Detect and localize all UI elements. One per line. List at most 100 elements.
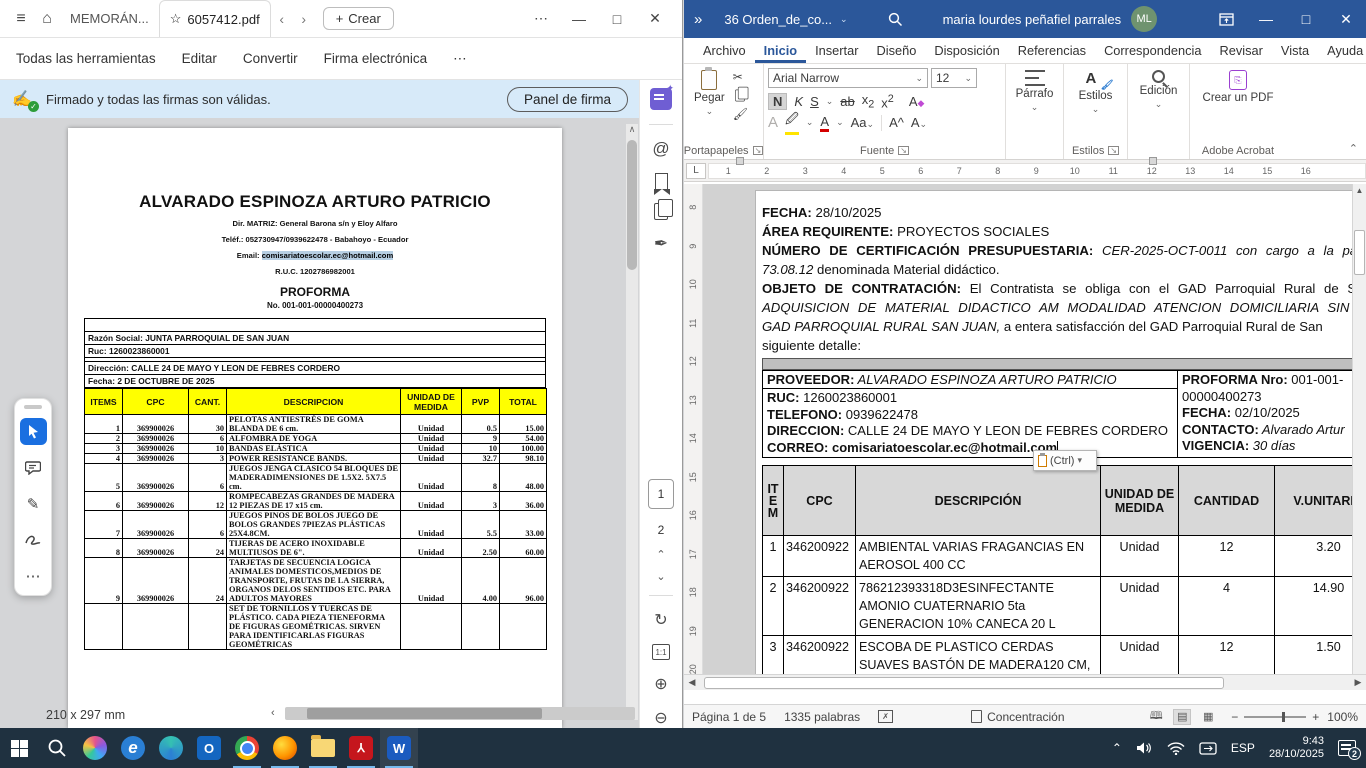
page-number-next[interactable]: 2: [658, 523, 665, 537]
close-button[interactable]: ✕: [636, 4, 674, 34]
firefox-button[interactable]: [266, 728, 304, 768]
mention-comments-icon[interactable]: @: [652, 139, 669, 159]
more-options-icon[interactable]: ⋯: [522, 4, 560, 34]
scroll-thumb[interactable]: [627, 140, 637, 270]
start-button[interactable]: [0, 728, 38, 768]
nav-back-icon[interactable]: ‹: [271, 11, 293, 27]
bookmarks-icon[interactable]: [655, 173, 668, 189]
ai-assistant-icon[interactable]: [650, 88, 672, 110]
scroll-up-icon[interactable]: ▲: [1353, 186, 1366, 195]
grow-font-button[interactable]: A^: [889, 115, 904, 130]
estilos-button[interactable]: A Estilos ⌄: [1073, 68, 1119, 117]
group-label-fuente[interactable]: Fuente↘: [768, 142, 1001, 159]
maximize-button[interactable]: □: [598, 4, 636, 34]
text-effects-button[interactable]: A: [768, 114, 778, 131]
word-vertical-scrollbar[interactable]: ▲ ▼: [1352, 184, 1366, 690]
drag-handle[interactable]: [24, 405, 42, 409]
quick-access-more[interactable]: »: [694, 11, 702, 28]
menu-convertir[interactable]: Convertir: [243, 51, 298, 66]
focus-mode[interactable]: Concentración: [971, 710, 1064, 724]
comment-tool-button[interactable]: [20, 454, 47, 481]
tab-archivo[interactable]: Archivo: [694, 40, 755, 63]
tab-revisar[interactable]: Revisar: [1211, 40, 1272, 63]
highlight-color-button[interactable]: 🖉: [785, 110, 799, 135]
tab-diseno[interactable]: Diseño: [867, 40, 925, 63]
selected-email-text[interactable]: comisariatoescolar.ec@hotmail.com: [262, 251, 394, 260]
scroll-thumb[interactable]: [1354, 230, 1365, 275]
word-button[interactable]: W: [380, 728, 418, 768]
zoom-in-icon[interactable]: +: [1312, 710, 1319, 724]
subscript-button[interactable]: x2: [862, 92, 875, 111]
clear-format-button[interactable]: A◆: [909, 94, 925, 109]
zoom-slider[interactable]: − +: [1231, 710, 1319, 724]
dialog-launcher-icon[interactable]: ↘: [753, 146, 764, 155]
highlight-tool-button[interactable]: ✎: [20, 490, 47, 517]
change-case-button[interactable]: Aa⌄: [851, 115, 874, 130]
scroll-right-icon[interactable]: ▶: [1350, 677, 1366, 688]
page-indicator[interactable]: Página 1 de 5: [692, 710, 766, 724]
chrome-button[interactable]: [228, 728, 266, 768]
document-title[interactable]: 36 Orden_de_co...⌄: [724, 12, 847, 27]
scroll-thumb[interactable]: [704, 677, 1224, 689]
cut-icon[interactable]: ✂: [733, 70, 748, 84]
hamburger-menu-icon[interactable]: ≡: [8, 6, 34, 32]
menu-firma-electronica[interactable]: Firma electrónica: [324, 51, 428, 66]
dialog-launcher-icon[interactable]: ↘: [1108, 146, 1119, 155]
zoom-out-icon[interactable]: −: [1231, 710, 1238, 724]
maximize-button[interactable]: □: [1286, 0, 1326, 38]
group-label-estilos[interactable]: Estilos↘: [1068, 142, 1123, 159]
connect-display-icon[interactable]: [1199, 742, 1217, 755]
more-tools-icon[interactable]: ⋯: [20, 562, 47, 589]
web-layout-icon[interactable]: ▦: [1199, 709, 1217, 725]
wifi-icon[interactable]: [1167, 742, 1185, 755]
tab-memorandum[interactable]: MEMORÁN...: [60, 11, 159, 26]
acrobat-button[interactable]: ⅄: [342, 728, 380, 768]
copilot-button[interactable]: [76, 728, 114, 768]
zoom-in-icon[interactable]: ⊕: [654, 674, 667, 694]
star-icon[interactable]: ☆: [170, 11, 182, 27]
word-page[interactable]: FECHA: 28/10/2025 ÁREA REQUIRENTE: PROYE…: [755, 190, 1352, 690]
draw-tool-button[interactable]: [20, 526, 47, 553]
indent-marker[interactable]: [736, 157, 744, 165]
internet-explorer-button[interactable]: e: [114, 728, 152, 768]
font-size-select[interactable]: 12⌄: [931, 68, 977, 88]
italic-button[interactable]: K: [794, 94, 803, 109]
tab-vista[interactable]: Vista: [1272, 40, 1318, 63]
tab-referencias[interactable]: Referencias: [1009, 40, 1095, 63]
pdf-horizontal-scrollbar[interactable]: ‹ ›: [285, 707, 635, 720]
menu-todas-herramientas[interactable]: Todas las herramientas: [16, 51, 156, 66]
tray-expand-icon[interactable]: ⌃: [1112, 741, 1122, 755]
dialog-launcher-icon[interactable]: ↘: [898, 146, 909, 155]
nav-forward-icon[interactable]: ›: [293, 11, 315, 27]
home-icon[interactable]: ⌂: [34, 6, 60, 32]
fit-page-icon[interactable]: 1:1: [652, 644, 670, 660]
edicion-button[interactable]: Edición ⌄: [1134, 68, 1184, 112]
clock[interactable]: 9:4328/10/2025: [1269, 735, 1324, 761]
underline-button[interactable]: S: [810, 94, 819, 109]
scroll-up-icon[interactable]: ∧: [626, 124, 638, 135]
tab-insertar[interactable]: Insertar: [806, 40, 867, 63]
collapse-ribbon-icon[interactable]: ⌃: [1341, 138, 1366, 159]
close-button[interactable]: ✕: [1326, 0, 1366, 38]
crear-button[interactable]: +Crear: [323, 7, 394, 30]
parrafo-button[interactable]: Párrafo ⌄: [1010, 68, 1060, 115]
rotate-page-icon[interactable]: ↻: [654, 610, 667, 630]
horizontal-ruler[interactable]: L 12345678910111213141516: [684, 160, 1366, 182]
minimize-button[interactable]: —: [1246, 0, 1286, 38]
print-layout-icon[interactable]: ▤: [1173, 709, 1191, 725]
tab-selector[interactable]: L: [686, 163, 706, 179]
file-explorer-button[interactable]: [304, 728, 342, 768]
select-tool-button[interactable]: [20, 418, 47, 445]
scroll-left-icon[interactable]: ◀: [684, 677, 700, 688]
toolbar-more-icon[interactable]: ⋯: [453, 51, 467, 67]
crear-pdf-button[interactable]: ⎘ Crear un PDF: [1197, 68, 1280, 107]
ribbon-display-icon[interactable]: [1206, 0, 1246, 38]
spellcheck-icon[interactable]: ✗: [878, 710, 893, 723]
page-number-current[interactable]: 1: [648, 479, 674, 509]
search-box[interactable]: maria lourdes peñafiel parrales: [888, 12, 1121, 27]
volume-icon[interactable]: [1136, 741, 1153, 755]
sign-pen-icon[interactable]: ✒: [654, 234, 668, 254]
paste-options-button[interactable]: (Ctrl) ▾: [1033, 450, 1097, 471]
copy-icon[interactable]: [735, 90, 745, 102]
read-mode-icon[interactable]: 🕮: [1147, 709, 1165, 725]
